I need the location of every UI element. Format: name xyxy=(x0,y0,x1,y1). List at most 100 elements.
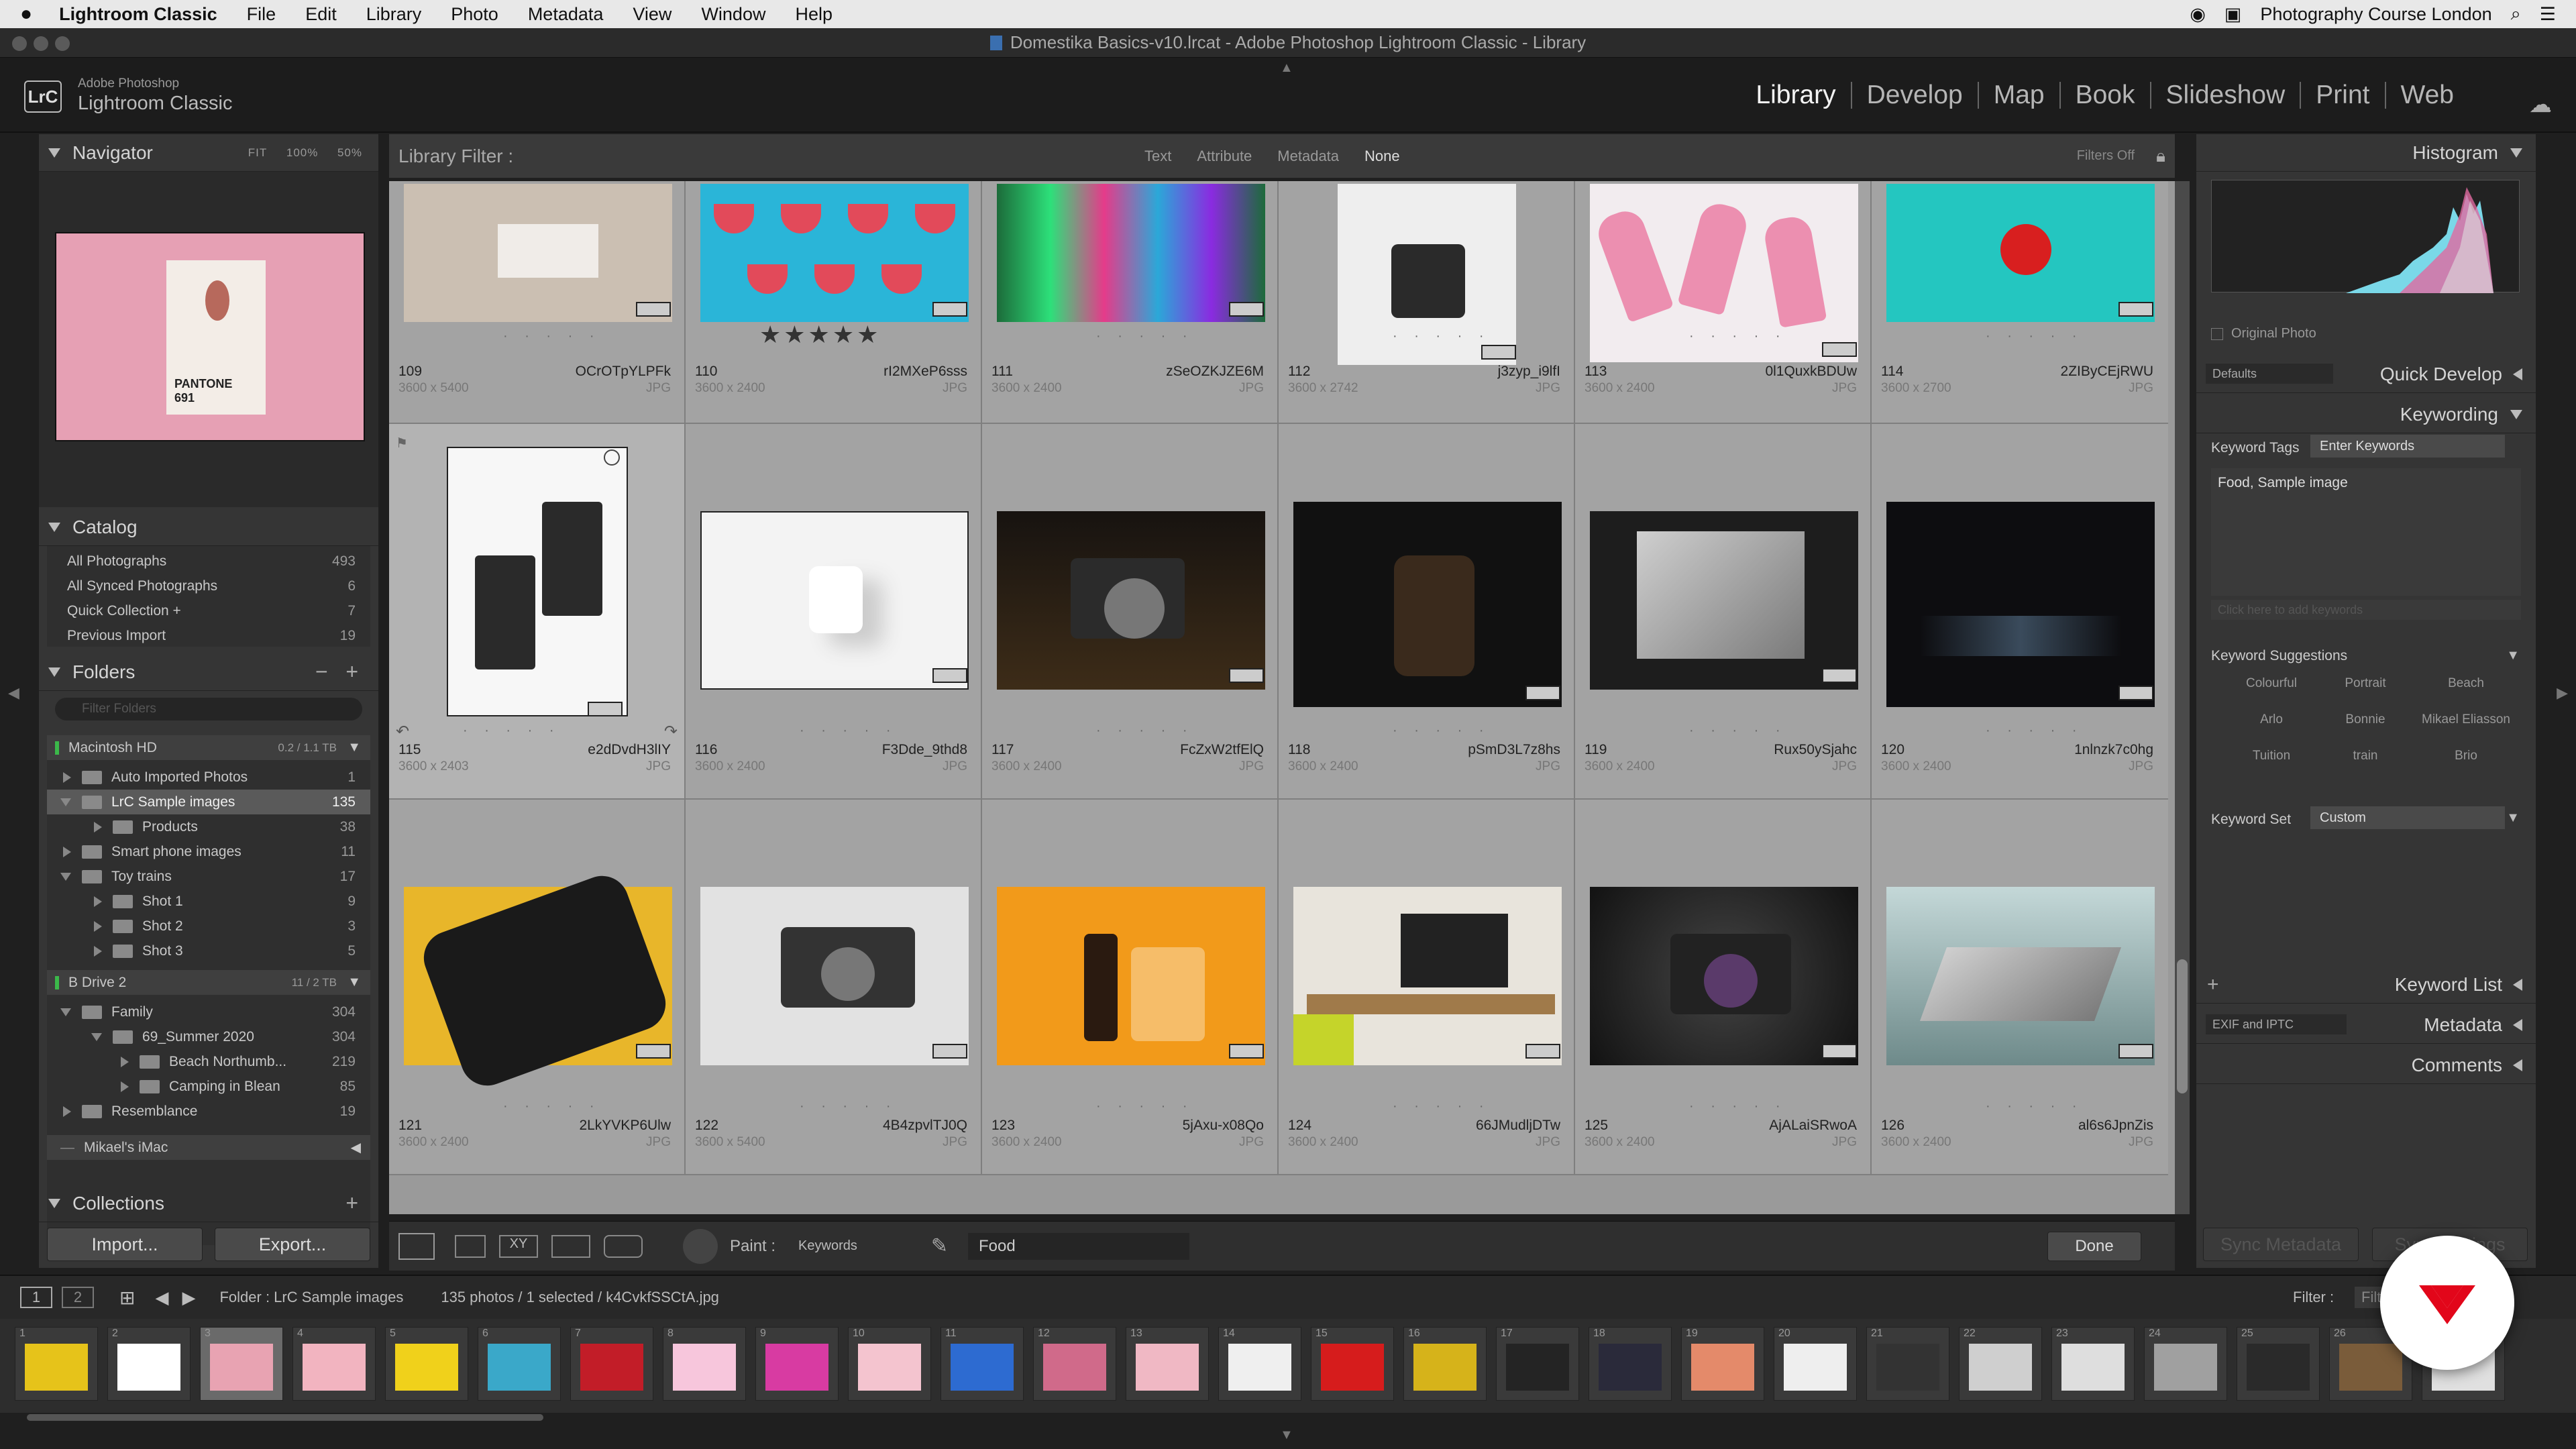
filmstrip-thumbnail[interactable]: 12 xyxy=(1033,1327,1116,1401)
done-button[interactable]: Done xyxy=(2047,1231,2141,1261)
record-icon[interactable]: ◉ xyxy=(2190,4,2206,25)
grid-cell[interactable]: · · · · · 117 FcZxW2tfElQ 3600 x 2400 JPG xyxy=(982,424,1279,800)
grid-cell[interactable]: · · · · · 114 2ZIByCEjRWU 3600 x 2700 JPG xyxy=(1872,181,2168,424)
thumb-grapefruit[interactable] xyxy=(700,184,969,322)
metadata-header[interactable]: EXIF and IPTC Metadata xyxy=(2196,1006,2536,1044)
thumb-nikon-camera[interactable] xyxy=(1590,887,1858,1065)
filmstrip-image[interactable] xyxy=(1506,1344,1569,1391)
filmstrip-image[interactable] xyxy=(1136,1344,1199,1391)
add-folder-button[interactable]: + xyxy=(345,659,358,684)
folder-smart-phone[interactable]: Smart phone images 11 xyxy=(47,839,370,864)
suggestion-keyword[interactable]: Tuition xyxy=(2224,749,2318,763)
filter-tab-attribute[interactable]: Attribute xyxy=(1197,148,1252,165)
rotate-right-icon[interactable]: ↷ xyxy=(664,722,678,741)
thumb-hands-writing[interactable] xyxy=(404,184,672,322)
folder-shot-2[interactable]: Shot 23 xyxy=(47,914,370,938)
back-arrow-icon[interactable]: ◀ xyxy=(155,1287,168,1308)
filmstrip-image[interactable] xyxy=(1228,1344,1291,1391)
filmstrip-thumbnail[interactable]: 1 xyxy=(15,1327,98,1401)
folder-products[interactable]: Products 38 xyxy=(47,814,370,839)
grid-cell[interactable]: · · · · · 116 F3Dde_9thd8 3600 x 2400 JPG xyxy=(686,424,982,800)
module-book[interactable]: Book xyxy=(2061,82,2151,109)
lock-icon[interactable]: 🔒︎ xyxy=(2156,146,2165,167)
thumb-boots[interactable] xyxy=(1293,502,1562,707)
import-button[interactable]: Import... xyxy=(47,1228,203,1261)
filmstrip-thumbnail[interactable]: 3 xyxy=(200,1327,283,1401)
folder-camping-blean[interactable]: Camping in Blean 85 xyxy=(47,1074,370,1099)
module-map[interactable]: Map xyxy=(1979,82,2061,109)
thumb-glitch[interactable] xyxy=(997,184,1265,322)
menu-window[interactable]: Window xyxy=(701,4,765,25)
filmstrip-thumbnail[interactable]: 15 xyxy=(1311,1327,1394,1401)
thumb-film-camera[interactable] xyxy=(997,511,1265,690)
scrollbar-thumb[interactable] xyxy=(2177,959,2188,1093)
catalog-item-quick-collection[interactable]: Quick Collection +7 xyxy=(47,598,370,623)
volume-b-drive-2[interactable]: B Drive 2 11 / 2 TB ▼ xyxy=(47,970,370,995)
zoom-fit[interactable]: FIT xyxy=(248,146,268,159)
filmstrip-image[interactable] xyxy=(951,1344,1014,1391)
original-photo-checkbox[interactable]: Original Photo xyxy=(2211,326,2316,341)
zoom-50[interactable]: 50% xyxy=(337,146,362,159)
folder-auto-imported[interactable]: Auto Imported Photos 1 xyxy=(47,765,370,790)
module-develop[interactable]: Develop xyxy=(1852,82,1979,109)
filmstrip-image[interactable] xyxy=(1043,1344,1106,1391)
menu-view[interactable]: View xyxy=(633,4,672,25)
menu-metadata[interactable]: Metadata xyxy=(528,4,604,25)
close-window-button[interactable] xyxy=(12,36,27,51)
thumb-macbook-light[interactable] xyxy=(1886,887,2155,1065)
filmstrip-image[interactable] xyxy=(395,1344,458,1391)
suggestion-keyword[interactable]: Arlo xyxy=(2224,712,2318,727)
keyword-tags-dropdown[interactable]: Enter Keywords xyxy=(2310,435,2505,458)
navigator-header[interactable]: Navigator FIT 100% 50% xyxy=(39,134,378,172)
add-keywords-input[interactable]: Click here to add keywords xyxy=(2211,600,2521,620)
selection-info[interactable]: 135 photos / 1 selected / k4CvkfSSCtA.jp… xyxy=(441,1289,719,1306)
folder-family[interactable]: Family 304 xyxy=(47,1000,370,1024)
loupe-view-icon[interactable] xyxy=(455,1234,486,1258)
grid-cell[interactable]: · · · · · 124 66JMudljDTw 3600 x 2400 JPG xyxy=(1279,800,1575,1175)
filters-off-dropdown[interactable]: Filters Off xyxy=(2077,148,2135,164)
folder-shot-1[interactable]: Shot 19 xyxy=(47,889,370,914)
grid-cell[interactable]: · · · · · 119 Rux50ySjahc 3600 x 2400 JPG xyxy=(1575,424,1872,800)
volume-macintosh-hd[interactable]: Macintosh HD 0.2 / 1.1 TB ▼ xyxy=(47,735,370,760)
filmstrip-image[interactable] xyxy=(303,1344,366,1391)
screen-icon[interactable]: ▣ xyxy=(2224,4,2242,25)
spotlight-search-icon[interactable]: ⌕ xyxy=(2511,3,2521,25)
thumb-macbook-dark[interactable] xyxy=(1590,511,1858,690)
bottom-panel-toggle[interactable]: ▼ xyxy=(1280,1428,1293,1443)
filmstrip-image[interactable] xyxy=(858,1344,921,1391)
quick-collection-circle-icon[interactable] xyxy=(604,449,620,466)
source-path[interactable]: Folder : LrC Sample images xyxy=(219,1289,403,1306)
suggestion-keyword[interactable]: Mikael Eliasson xyxy=(2412,712,2520,727)
filter-tab-none[interactable]: None xyxy=(1364,148,1400,165)
thumb-fuji-camera[interactable] xyxy=(700,887,969,1065)
filmstrip-thumbnail[interactable]: 25 xyxy=(2237,1327,2320,1401)
folder-resemblance[interactable]: Resemblance 19 xyxy=(47,1099,370,1124)
filmstrip-thumbnail[interactable]: 6 xyxy=(478,1327,561,1401)
filmstrip-image[interactable] xyxy=(2061,1344,2125,1391)
filmstrip-thumbnail[interactable]: 22 xyxy=(1959,1327,2042,1401)
catalog-item-all-photographs[interactable]: All Photographs 493 xyxy=(47,549,370,574)
filmstrip-image[interactable] xyxy=(1599,1344,1662,1391)
module-slideshow[interactable]: Slideshow xyxy=(2151,82,2302,109)
folder-beach-northumb[interactable]: Beach Northumb... 219 xyxy=(47,1049,370,1074)
filmstrip-image[interactable] xyxy=(673,1344,736,1391)
folder-lrc-sample-images[interactable]: LrC Sample images 135 xyxy=(47,790,370,814)
filmstrip-image[interactable] xyxy=(1321,1344,1384,1391)
zoom-100[interactable]: 100% xyxy=(286,146,318,159)
folder-toy-trains[interactable]: Toy trains 17 xyxy=(47,864,370,889)
thumb-twin-lens-cameras[interactable] xyxy=(447,447,628,716)
control-center-icon[interactable]: ☰ xyxy=(2540,4,2556,25)
filter-folders-input[interactable]: Filter Folders xyxy=(55,698,362,720)
module-library[interactable]: Library xyxy=(1741,82,1852,109)
zoom-window-button[interactable] xyxy=(55,36,70,51)
volume-mikaels-imac[interactable]: — Mikael's iMac ◀ xyxy=(47,1135,370,1160)
filmstrip-image[interactable] xyxy=(1413,1344,1477,1391)
filmstrip-image[interactable] xyxy=(580,1344,643,1391)
filmstrip-thumbnail[interactable]: 24 xyxy=(2144,1327,2227,1401)
paint-keyword-input[interactable]: Food xyxy=(968,1232,1189,1260)
filmstrip-thumbnail[interactable]: 16 xyxy=(1403,1327,1487,1401)
minimize-window-button[interactable] xyxy=(34,36,48,51)
collections-header[interactable]: Collections + xyxy=(39,1185,378,1222)
grid-cell[interactable]: · · · · · 123 5jAxu-x08Qo 3600 x 2400 JPG xyxy=(982,800,1279,1175)
keyword-set-toggle-icon[interactable]: ▼ xyxy=(2506,810,2520,826)
